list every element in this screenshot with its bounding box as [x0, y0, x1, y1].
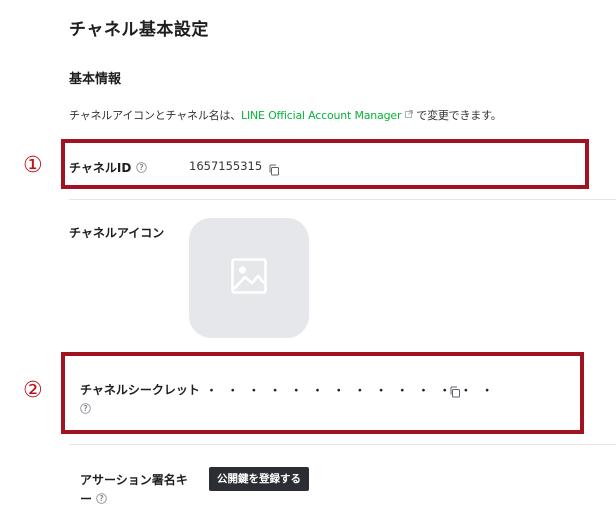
register-public-key-button[interactable]: 公開鍵を登録する — [209, 467, 309, 491]
external-link-icon[interactable] — [405, 108, 414, 118]
svg-text:?: ? — [100, 494, 104, 503]
description-text-after: で変更できます。 — [416, 109, 502, 122]
svg-text:?: ? — [83, 404, 87, 413]
channel-id-label: チャネルID — [69, 161, 132, 175]
oa-manager-link[interactable]: LINE Official Account Manager — [241, 109, 401, 122]
divider — [69, 444, 616, 445]
help-icon[interactable]: ? — [135, 162, 147, 173]
help-icon[interactable]: ? — [80, 401, 91, 414]
annotation-marker-2: ② — [23, 378, 43, 403]
basic-info-description: チャネルアイコンとチャネル名は、LINE Official Account Ma… — [69, 107, 502, 123]
help-icon[interactable]: ? — [96, 491, 107, 504]
annotation-marker-1: ① — [23, 153, 43, 178]
divider — [69, 199, 616, 200]
assertion-key-label-group: アサーション署名キー ? — [80, 471, 192, 509]
channel-icon-placeholder — [189, 218, 309, 338]
section-title-basic-info: 基本情報 — [69, 72, 122, 87]
channel-icon-label: チャネルアイコン — [69, 226, 165, 240]
channel-secret-label: チャネルシークレット — [80, 383, 200, 397]
image-icon — [231, 258, 267, 298]
page-title: チャネル基本設定 — [69, 20, 209, 40]
channel-id-label-group: チャネルID ? — [69, 159, 147, 176]
channel-secret-label-group: チャネルシークレット ? — [80, 381, 202, 419]
channel-id-value: 1657155315 — [189, 159, 263, 173]
svg-text:?: ? — [139, 163, 143, 172]
copy-icon[interactable] — [449, 383, 461, 398]
copy-icon[interactable] — [268, 161, 280, 176]
description-text-before: チャネルアイコンとチャネル名は、 — [69, 109, 242, 122]
